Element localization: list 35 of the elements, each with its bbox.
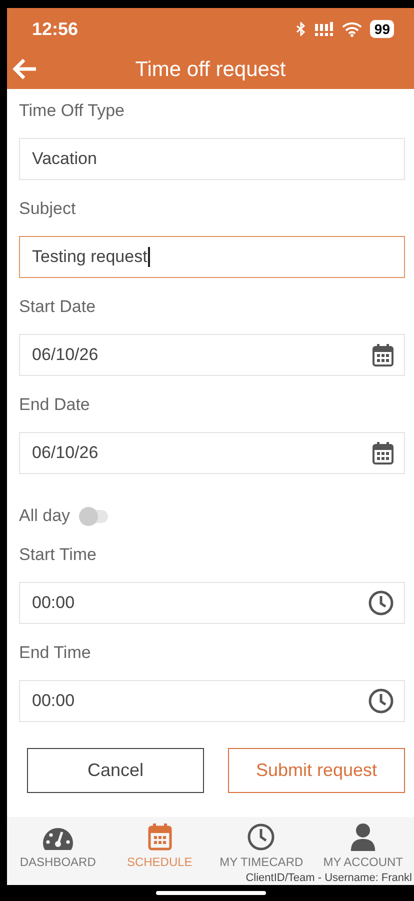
clock-icon	[368, 590, 394, 616]
clock-icon	[368, 688, 394, 714]
calendar-icon	[372, 441, 394, 465]
bluetooth-icon	[296, 22, 306, 36]
account-info-text: ClientID/Team - Username: Frankl	[246, 872, 412, 884]
gauge-icon	[42, 827, 74, 851]
field-label: End Date	[19, 395, 91, 416]
all-day-switch[interactable]	[82, 510, 108, 522]
field-label: Time Off Type	[19, 101, 126, 122]
status-time: 12:56	[32, 18, 78, 40]
cancel-button[interactable]: Cancel	[27, 748, 204, 793]
input-field[interactable]: 00:00	[19, 680, 405, 722]
nav-tab[interactable]: MY ACCOUNT	[312, 823, 414, 871]
nav-tab[interactable]: DASHBOARD	[7, 823, 109, 871]
field-label: Subject	[19, 199, 77, 220]
field-label: End Time	[19, 643, 92, 664]
calendar-icon	[148, 823, 172, 851]
input-field[interactable]: 06/10/26	[19, 334, 405, 376]
clock-icon	[247, 823, 276, 851]
wifi-icon	[342, 22, 362, 36]
home-indicator[interactable]	[156, 891, 266, 895]
calendar-icon	[372, 343, 394, 367]
page-title: Time off request	[135, 58, 286, 82]
input-field[interactable]: Testing request	[19, 236, 405, 278]
field-label: All day	[19, 506, 70, 526]
field-label: Start Time	[19, 545, 98, 566]
back-arrow-icon[interactable]	[12, 58, 38, 80]
field-label: Start Date	[19, 297, 97, 318]
input-field[interactable]: 06/10/26	[19, 432, 405, 474]
input-field[interactable]: Vacation	[19, 138, 405, 180]
nav-tab[interactable]: MY TIMECARD	[210, 823, 312, 871]
signal-icon	[314, 22, 334, 36]
person-icon	[349, 823, 378, 851]
input-field[interactable]: 00:00	[19, 582, 405, 624]
battery-indicator: 99	[370, 20, 394, 38]
